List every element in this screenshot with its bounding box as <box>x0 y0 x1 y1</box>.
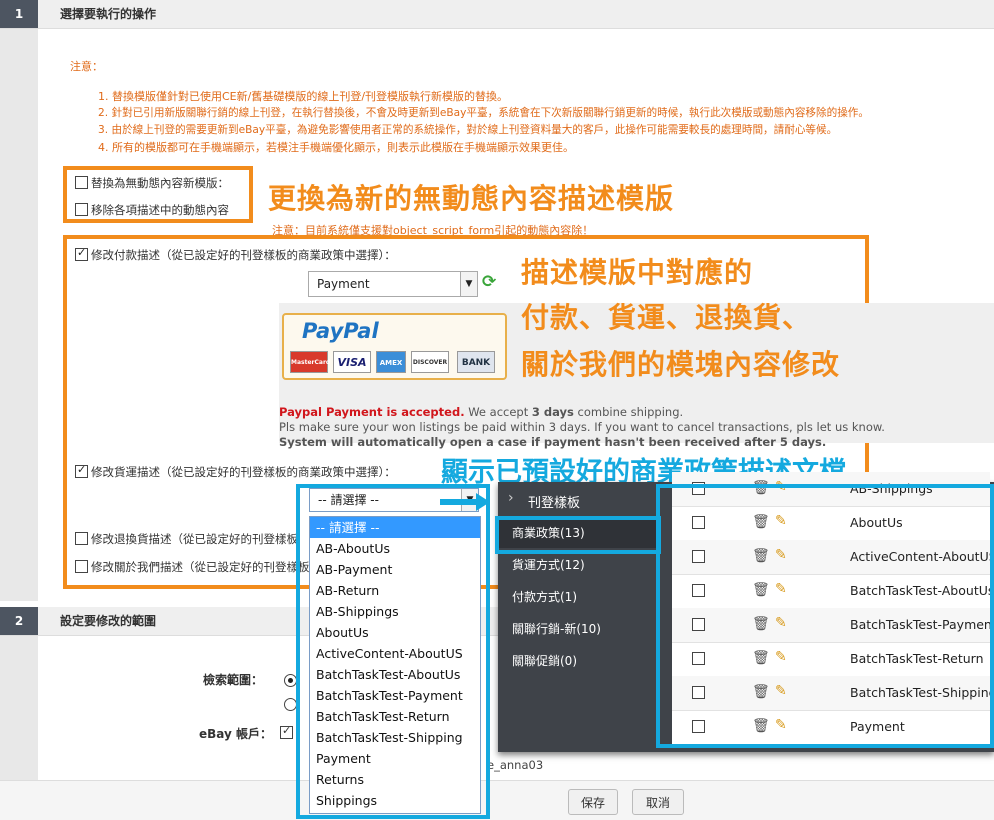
annotation-box-dropdown <box>296 484 490 819</box>
paypal-line-2: Pls make sure your won listings be paid … <box>279 420 885 434</box>
paypal-line1-end: combine shipping. <box>573 405 684 419</box>
shipping-desc-checkbox[interactable] <box>75 463 88 478</box>
chevron-down-icon: ▼ <box>460 272 477 296</box>
side-menu-item[interactable]: 關聯行銷-新(10) <box>498 614 656 644</box>
replace-template-checkbox[interactable] <box>75 176 88 189</box>
payment-select-value: Payment <box>317 277 370 291</box>
annotation-desc-line2: 付款、貨運、退換貨、 <box>521 301 812 334</box>
paypal-line-1: Paypal Payment is accepted. We accept 3 … <box>279 405 683 419</box>
shipping-desc-label: 修改貨運描述（從已設定好的刊登樣板的商業政策中選擇）： <box>91 465 396 479</box>
discover-icon: DISCOVER <box>411 351 449 373</box>
return-desc-label: 修改退換貨描述（從已設定好的刊登樣板 <box>91 532 298 546</box>
section-title: 選擇要執行的操作 <box>60 7 157 21</box>
annotation-desc-line1: 描述模版中對應的 <box>521 256 754 289</box>
amex-icon: AMEX <box>376 351 406 373</box>
payment-desc-label: 修改付款描述（從已設定好的刊登樣板的商業政策中選擇）： <box>91 248 396 262</box>
note-2: 2. 針對已引用新版關聯行銷的線上刊登，在執行替換後，不會及時更新到eBay平臺… <box>98 107 869 119</box>
side-menu-item[interactable]: 貨運方式(12) <box>498 550 656 580</box>
paypal-line-3: System will automatically open a case if… <box>279 435 827 449</box>
annotation-box-menu-item <box>495 516 661 554</box>
about-desc-option[interactable]: 修改關於我們描述（從已設定好的刊登樣板 <box>75 559 310 575</box>
section-title: 設定要修改的範圍 <box>60 614 157 628</box>
bank-icon: BANK <box>457 351 495 373</box>
side-menu-item[interactable]: 關聯促銷(0) <box>498 646 656 676</box>
footer-bar <box>0 780 994 820</box>
mastercard-icon: MasterCard <box>290 351 330 373</box>
note-1: 1. 替換模版僅針對已使用CE新/舊基礎模版的線上刊登/刊登模版執行新模版的替換… <box>98 90 509 103</box>
template-panel-title: 刊登樣板 <box>528 496 581 511</box>
left-strip <box>0 636 38 780</box>
paypal-badge: PayPal MasterCard VISA AMEX DISCOVER BAN… <box>282 313 507 380</box>
paypal-logo: PayPal <box>302 319 379 343</box>
annotation-desc-line3: 關於我們的模塊內容修改 <box>521 348 841 381</box>
about-desc-checkbox[interactable] <box>75 560 88 573</box>
ebay-account-checkbox[interactable]: ✓ <box>280 724 293 739</box>
remove-dynamic-option[interactable]: 移除各項描述中的動態內容 <box>75 202 229 218</box>
payment-desc-checkbox[interactable] <box>75 246 88 261</box>
note-4: 4. 所有的模版都可在手機端顯示，若模注手機端優化顯示，則表示此模版在手機端顯示… <box>98 141 574 154</box>
shipping-desc-option[interactable]: 修改貨運描述（從已設定好的刊登樣板的商業政策中選擇）： <box>75 463 396 480</box>
visa-icon: VISA <box>333 351 371 373</box>
section-1-header: 1 選擇要執行的操作 <box>0 0 994 29</box>
refresh-icon[interactable]: ⟳ <box>482 272 496 292</box>
annotation-box-table <box>656 484 994 748</box>
note-3: 3. 由於線上刊登的需要更新到eBay平臺，為避免影響使用者正常的系統操作，對於… <box>98 124 838 136</box>
payment-desc-option[interactable]: 修改付款描述（從已設定好的刊登樣板的商業政策中選擇）： <box>75 246 396 263</box>
paypal-line1-rest: We accept <box>464 405 532 419</box>
section-number: 1 <box>0 0 38 28</box>
about-desc-label: 修改關於我們描述（從已設定好的刊登樣板 <box>91 560 310 574</box>
left-strip <box>0 29 38 601</box>
side-menu-item[interactable]: 付款方式(1) <box>498 582 656 612</box>
replace-template-label: 替換為無動態內容新模版： <box>91 176 229 190</box>
ebay-account-name: e_anna03 <box>487 758 544 772</box>
chevron-right-icon: › <box>508 490 514 506</box>
arrow-right-icon <box>440 493 490 511</box>
note-label: 注意： <box>70 60 103 73</box>
replace-template-option[interactable]: 替換為無動態內容新模版： <box>75 175 229 191</box>
remove-dynamic-label: 移除各項描述中的動態內容 <box>91 203 229 217</box>
section-number: 2 <box>0 607 38 635</box>
paypal-accepted: Paypal Payment is accepted. <box>279 405 465 419</box>
template-panel-header: › 刊登樣板 <box>498 482 658 518</box>
paypal-line1-days: 3 days <box>531 405 574 419</box>
remove-dynamic-checkbox[interactable] <box>75 203 88 216</box>
return-desc-option[interactable]: 修改退換貨描述（從已設定好的刊登樣板 <box>75 531 298 547</box>
return-desc-checkbox[interactable] <box>75 532 88 545</box>
ebay-account-label: eBay 帳戶： <box>199 727 273 741</box>
annotation-replace-text: 更換為新的無動態內容描述模版 <box>268 182 675 215</box>
cancel-button[interactable]: 取消 <box>632 789 684 815</box>
payment-policy-select[interactable]: Payment ▼ <box>308 271 478 297</box>
search-scope-label: 檢索範圍： <box>203 673 264 687</box>
save-button[interactable]: 保存 <box>568 789 618 815</box>
